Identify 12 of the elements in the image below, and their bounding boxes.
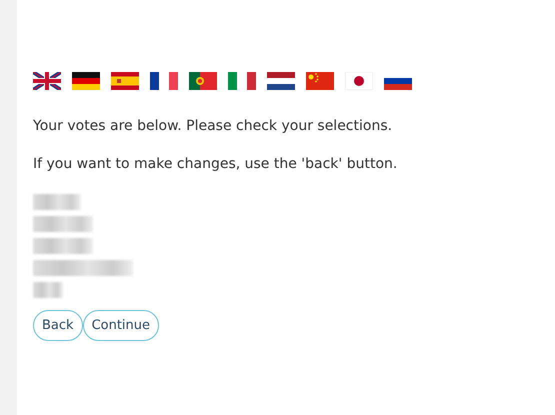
instruction-text: If you want to make changes, use the 'back' button.	[33, 156, 398, 172]
flag-icon[interactable]	[267, 72, 295, 90]
redacted-text	[33, 194, 81, 210]
instruction-text: Your votes are below. Please check your selections.	[33, 118, 394, 134]
flag-icon[interactable]	[150, 72, 178, 90]
redacted-text	[33, 282, 63, 298]
flag-icon[interactable]	[33, 72, 61, 90]
redacted-text	[33, 238, 93, 254]
back-button[interactable]: Back	[33, 310, 83, 341]
continue-button[interactable]: Continue	[82, 310, 160, 341]
redacted-text	[33, 216, 93, 232]
flag-icon[interactable]	[72, 72, 100, 90]
